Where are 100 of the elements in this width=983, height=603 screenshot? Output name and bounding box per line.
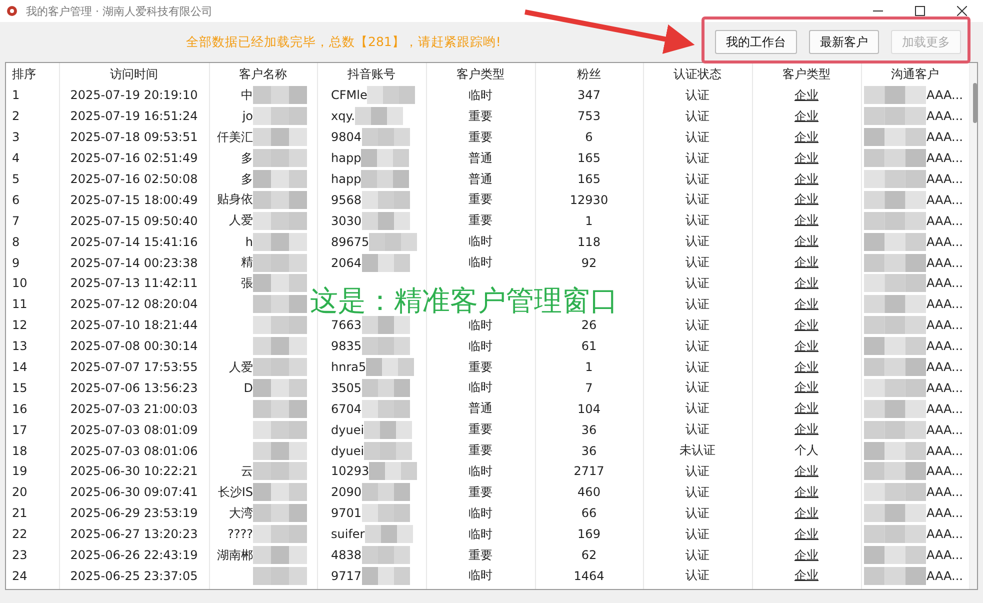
- table-cell: 认证: [686, 379, 710, 396]
- scrollbar[interactable]: [969, 63, 977, 589]
- mosaic-blur: [864, 337, 926, 356]
- table-link[interactable]: 企业: [794, 421, 818, 438]
- table-cell: 347: [578, 88, 600, 102]
- table-cell: 14: [12, 360, 28, 374]
- table-cell: 92: [581, 256, 597, 270]
- table-cell: 认证: [686, 108, 710, 125]
- mosaic-blur: [253, 316, 307, 334]
- column-header[interactable]: 沟通客户: [861, 63, 969, 85]
- mosaic-blur: [253, 170, 307, 188]
- mosaic-blur: [362, 504, 410, 522]
- table-link[interactable]: 企业: [794, 462, 818, 480]
- table-cell: dyuei: [331, 422, 364, 437]
- table-cell: 重要: [468, 358, 492, 376]
- table-cell: 个人: [794, 442, 818, 460]
- table-cell: 多: [241, 150, 253, 167]
- maximize-icon[interactable]: [915, 6, 925, 16]
- table-cell: 9717: [331, 568, 362, 583]
- column-header[interactable]: 认证状态: [643, 63, 752, 85]
- mosaic-blur: [361, 170, 410, 188]
- window-title: 我的客户管理 · 湖南人爱科技有限公司: [26, 4, 214, 18]
- table-cell: 重要: [468, 421, 492, 438]
- table-cell: 2025-07-19 16:51:24: [70, 109, 198, 124]
- mosaic-blur: [864, 378, 926, 397]
- table-link[interactable]: 企业: [794, 86, 818, 104]
- table-cell: 2025-07-18 09:53:51: [70, 130, 198, 144]
- mosaic-blur: [367, 86, 416, 104]
- table-cell: 认证: [686, 421, 710, 438]
- column-header[interactable]: 抖音账号: [317, 63, 426, 85]
- mosaic-blur: [253, 546, 307, 564]
- table-link[interactable]: 企业: [794, 526, 818, 543]
- table-cell: 临时: [468, 254, 492, 272]
- table-cell: 10293: [331, 464, 370, 478]
- table-link[interactable]: 企业: [794, 212, 818, 230]
- column-header[interactable]: 客户类型: [752, 63, 861, 85]
- table-link[interactable]: 企业: [794, 504, 818, 522]
- table-cell: 大湾: [229, 504, 253, 522]
- table-cell: 26: [581, 318, 597, 332]
- column-header[interactable]: 排序: [6, 63, 59, 85]
- table-link[interactable]: 企业: [794, 338, 818, 355]
- table-link[interactable]: 企业: [794, 546, 818, 564]
- table-link[interactable]: 企业: [794, 274, 818, 292]
- table-link[interactable]: 企业: [794, 379, 818, 396]
- table-cell: 认证: [686, 296, 710, 313]
- table-link[interactable]: 企业: [794, 128, 818, 146]
- table-cell: AAA...: [926, 276, 963, 290]
- table-cell: 2025-06-25 23:37:05: [70, 568, 198, 583]
- table-cell: 10: [12, 276, 28, 290]
- table-cell: 6: [585, 130, 593, 144]
- mosaic-blur: [362, 400, 410, 418]
- table-cell: 重要: [468, 128, 492, 146]
- mosaic-blur: [361, 149, 410, 168]
- mosaic-blur: [369, 232, 418, 251]
- table-link[interactable]: 企业: [794, 567, 818, 584]
- column-header[interactable]: 访问时间: [59, 63, 209, 85]
- table-link[interactable]: 企业: [794, 150, 818, 167]
- toolbar-button[interactable]: 我的工作台: [715, 30, 797, 54]
- column-header[interactable]: 客户类型: [426, 63, 535, 85]
- table-cell: 认证: [686, 170, 710, 188]
- mosaic-blur: [253, 212, 307, 230]
- table-link[interactable]: 企业: [794, 296, 818, 313]
- table-cell: 7: [585, 380, 593, 395]
- table-cell: 2025-07-03 08:01:09: [70, 422, 198, 437]
- mosaic-blur: [362, 378, 410, 397]
- table-cell: AAA...: [926, 568, 963, 583]
- table-cell: AAA...: [926, 380, 963, 395]
- table-link[interactable]: 企业: [794, 170, 818, 188]
- table-cell: 753: [578, 109, 600, 124]
- table-cell: 62: [581, 548, 597, 562]
- table-cell: D: [244, 380, 253, 395]
- table-link[interactable]: 企业: [794, 400, 818, 418]
- table-cell: happ: [331, 172, 362, 186]
- mosaic-blur: [366, 358, 414, 376]
- table-link[interactable]: 企业: [794, 233, 818, 250]
- mosaic-blur: [253, 86, 307, 104]
- mosaic-blur: [362, 566, 410, 585]
- table-cell: 89675: [331, 234, 370, 249]
- table-cell: 36: [581, 422, 597, 437]
- table-cell: 104: [578, 402, 600, 416]
- close-icon[interactable]: [957, 6, 967, 16]
- mosaic-blur: [864, 420, 926, 439]
- table-cell: AAA...: [926, 88, 963, 102]
- table-cell: 临时: [468, 316, 492, 334]
- table-cell: 临时: [468, 233, 492, 250]
- table-link[interactable]: 企业: [794, 484, 818, 501]
- table-cell: AAA...: [926, 402, 963, 416]
- table-link[interactable]: 企业: [794, 316, 818, 334]
- mosaic-blur: [362, 546, 410, 564]
- app-icon: [6, 5, 18, 17]
- table-link[interactable]: 企业: [794, 254, 818, 272]
- table-cell: 长沙IS: [218, 484, 253, 501]
- table-cell: 未认证: [680, 442, 716, 460]
- table-link[interactable]: 企业: [794, 108, 818, 125]
- table-link[interactable]: 企业: [794, 358, 818, 376]
- table-link[interactable]: 企业: [794, 191, 818, 208]
- column-header[interactable]: 客户名称: [209, 63, 317, 85]
- column-header[interactable]: 粉丝: [535, 63, 643, 85]
- table-cell: 3030: [331, 214, 362, 228]
- toolbar-button[interactable]: 最新客户: [809, 30, 879, 54]
